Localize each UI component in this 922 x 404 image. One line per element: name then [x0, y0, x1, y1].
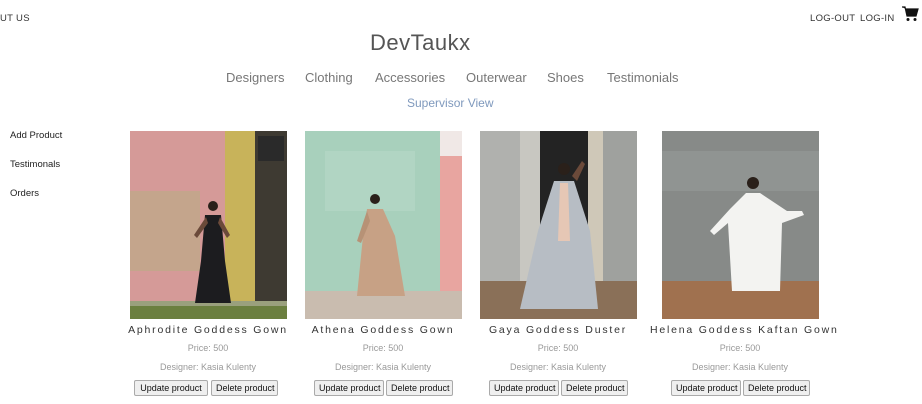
- update-product-button[interactable]: Update product: [489, 380, 559, 396]
- product-designer: Designer: Kasia Kulenty: [691, 362, 789, 372]
- nav-shoes[interactable]: Shoes: [547, 70, 584, 85]
- product-photo[interactable]: [662, 131, 819, 319]
- nav-clothing[interactable]: Clothing: [305, 70, 353, 85]
- product-name: Gaya Goddess Duster: [488, 324, 628, 336]
- delete-product-button[interactable]: Delete product: [386, 380, 453, 396]
- product-photo[interactable]: [305, 131, 462, 319]
- product-photo[interactable]: [480, 131, 637, 319]
- delete-product-button[interactable]: Delete product: [743, 380, 810, 396]
- update-product-button[interactable]: Update product: [134, 380, 208, 396]
- sidebar-testimonals[interactable]: Testimonals: [10, 159, 60, 170]
- product-price: Price: 500: [362, 343, 404, 353]
- product-price: Price: 500: [719, 343, 761, 353]
- product-price: Price: 500: [187, 343, 229, 353]
- delete-product-button[interactable]: Delete product: [561, 380, 628, 396]
- about-us-link[interactable]: UT US: [0, 13, 30, 24]
- product-designer: Designer: Kasia Kulenty: [509, 362, 607, 372]
- update-product-button[interactable]: Update product: [671, 380, 741, 396]
- nav-outerwear[interactable]: Outerwear: [466, 70, 527, 85]
- brand-logo[interactable]: DevTaukx: [370, 30, 471, 56]
- sidebar-orders[interactable]: Orders: [10, 188, 39, 199]
- product-name: Helena Goddess Kaftan Gown: [650, 324, 839, 336]
- product-price: Price: 500: [537, 343, 579, 353]
- delete-product-button[interactable]: Delete product: [211, 380, 278, 396]
- logout-link[interactable]: LOG-OUT: [810, 13, 855, 24]
- product-designer: Designer: Kasia Kulenty: [334, 362, 432, 372]
- nav-designers[interactable]: Designers: [226, 70, 285, 85]
- nav-testimonials[interactable]: Testimonials: [607, 70, 679, 85]
- product-designer: Designer: Kasia Kulenty: [159, 362, 257, 372]
- nav-accessories[interactable]: Accessories: [375, 70, 445, 85]
- product-name: Aphrodite Goddess Gown: [128, 324, 288, 336]
- supervisor-view-link[interactable]: Supervisor View: [407, 96, 493, 110]
- update-product-button[interactable]: Update product: [314, 380, 384, 396]
- sidebar-add-product[interactable]: Add Product: [10, 130, 62, 141]
- product-name: Athena Goddess Gown: [311, 324, 455, 336]
- login-link[interactable]: LOG-IN: [860, 13, 895, 24]
- product-photo[interactable]: [130, 131, 287, 319]
- cart-icon[interactable]: [902, 6, 919, 22]
